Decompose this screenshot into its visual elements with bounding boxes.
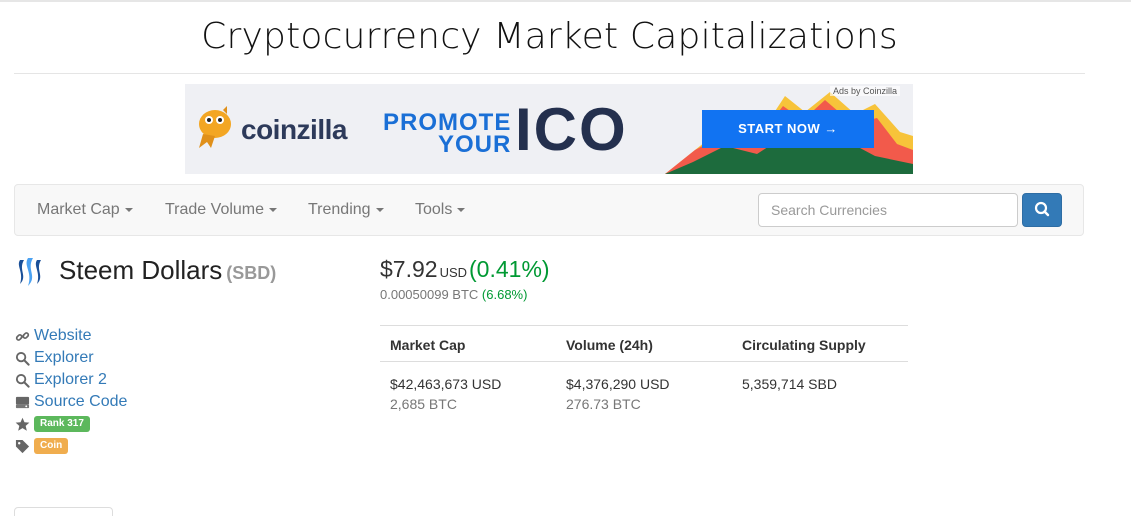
- tag-icon: [14, 438, 30, 454]
- ad-headline: ICO: [515, 96, 628, 163]
- nav-tools-label: Tools: [415, 201, 453, 218]
- caret-down-icon: [375, 207, 384, 212]
- market-cap-btc: 2,685 BTC: [390, 396, 457, 412]
- header-volume: Volume (24h): [556, 325, 732, 362]
- nav-trending-label: Trending: [308, 201, 371, 218]
- bottom-panel-edge: [14, 507, 113, 516]
- caret-down-icon: [269, 207, 278, 212]
- coin-name: Steem Dollars (SBD): [59, 255, 276, 286]
- type-row: Coin: [14, 435, 127, 457]
- nav-market-cap-label: Market Cap: [37, 201, 120, 218]
- ad-promote-text: PROMOTE YOUR: [383, 111, 512, 158]
- caret-down-icon: [124, 207, 133, 212]
- search-icon: [1034, 201, 1050, 217]
- header-circulating-supply: Circulating Supply: [732, 325, 908, 362]
- ad-brand-name: coinzilla: [241, 114, 347, 145]
- steem-logo-icon: [18, 258, 41, 286]
- volume-cell: $4,376,290 USD 276.73 BTC: [556, 362, 732, 415]
- price-usd: $7.92: [380, 256, 438, 282]
- page-title: Cryptocurrency Market Capitalizations: [201, 16, 898, 57]
- price-change: (0.41%): [469, 256, 550, 282]
- source-code-link[interactable]: Source Code: [34, 393, 127, 411]
- nav-market-cap-dropdown[interactable]: Market Cap: [37, 201, 133, 219]
- top-rule: [0, 0, 1131, 2]
- nav-tools-dropdown[interactable]: Tools: [415, 201, 466, 219]
- table-header-row: Market Cap Volume (24h) Circulating Supp…: [380, 325, 908, 362]
- coinzilla-mascot-icon: [199, 106, 231, 148]
- ad-promote-line2: YOUR: [438, 131, 512, 158]
- search-button[interactable]: [1022, 193, 1062, 227]
- link-source-code-row[interactable]: Source Code: [14, 391, 127, 413]
- title-divider: [14, 73, 1085, 74]
- rank-row: Rank 317: [14, 413, 127, 435]
- nav-trending-dropdown[interactable]: Trending: [308, 201, 384, 219]
- market-cap-cell: $42,463,673 USD 2,685 BTC: [380, 362, 556, 415]
- explorer-link[interactable]: Explorer: [34, 349, 94, 367]
- caret-down-icon: [457, 207, 466, 212]
- volume-usd: $4,376,290 USD: [566, 376, 670, 392]
- ad-start-now-button[interactable]: START NOW →: [702, 110, 874, 148]
- nav-trade-volume-label: Trade Volume: [165, 201, 265, 218]
- price-btc: 0.00050099 BTC: [380, 287, 479, 302]
- circulating-supply: 5,359,714 SBD: [742, 376, 837, 392]
- market-cap-usd: $42,463,673 USD: [390, 376, 502, 392]
- search-icon: [14, 372, 30, 388]
- header-market-cap: Market Cap: [380, 325, 556, 362]
- hdd-icon: [14, 394, 30, 410]
- price-unit: USD: [439, 265, 468, 280]
- nav-trade-volume-dropdown[interactable]: Trade Volume: [165, 201, 278, 219]
- search-icon: [14, 350, 30, 366]
- search-input[interactable]: [758, 193, 1018, 227]
- coin-name-text: Steem Dollars: [59, 255, 223, 285]
- explorer-2-link[interactable]: Explorer 2: [34, 371, 107, 389]
- ad-banner[interactable]: coinzilla PROMOTE YOUR ICO START NOW → A…: [185, 84, 913, 174]
- link-icon: [14, 328, 30, 344]
- coin-stats-table: Market Cap Volume (24h) Circulating Supp…: [380, 325, 908, 414]
- supply-cell: 5,359,714 SBD: [732, 362, 908, 415]
- table-row: $42,463,673 USD 2,685 BTC $4,376,290 USD…: [380, 362, 908, 415]
- coin-links-list: Website Explorer Explorer 2 Source Code …: [14, 325, 127, 457]
- link-explorer-row[interactable]: Explorer: [14, 347, 127, 369]
- volume-btc: 276.73 BTC: [566, 396, 641, 412]
- rank-badge: Rank 317: [34, 416, 90, 432]
- price-btc-display: 0.00050099 BTC (6.68%): [380, 287, 527, 302]
- link-explorer2-row[interactable]: Explorer 2: [14, 369, 127, 391]
- coin-symbol: (SBD): [226, 263, 277, 283]
- price-display: $7.92 USD(0.41%): [380, 256, 550, 283]
- ad-attribution[interactable]: Ads by Coinzilla: [830, 86, 901, 96]
- link-website-row[interactable]: Website: [14, 325, 127, 347]
- main-navbar: Market Cap Trade Volume Trending Tools: [14, 184, 1084, 236]
- coin-type-badge: Coin: [34, 438, 69, 454]
- price-btc-change: (6.68%): [481, 287, 528, 302]
- star-icon: [14, 416, 30, 432]
- website-link[interactable]: Website: [34, 327, 92, 345]
